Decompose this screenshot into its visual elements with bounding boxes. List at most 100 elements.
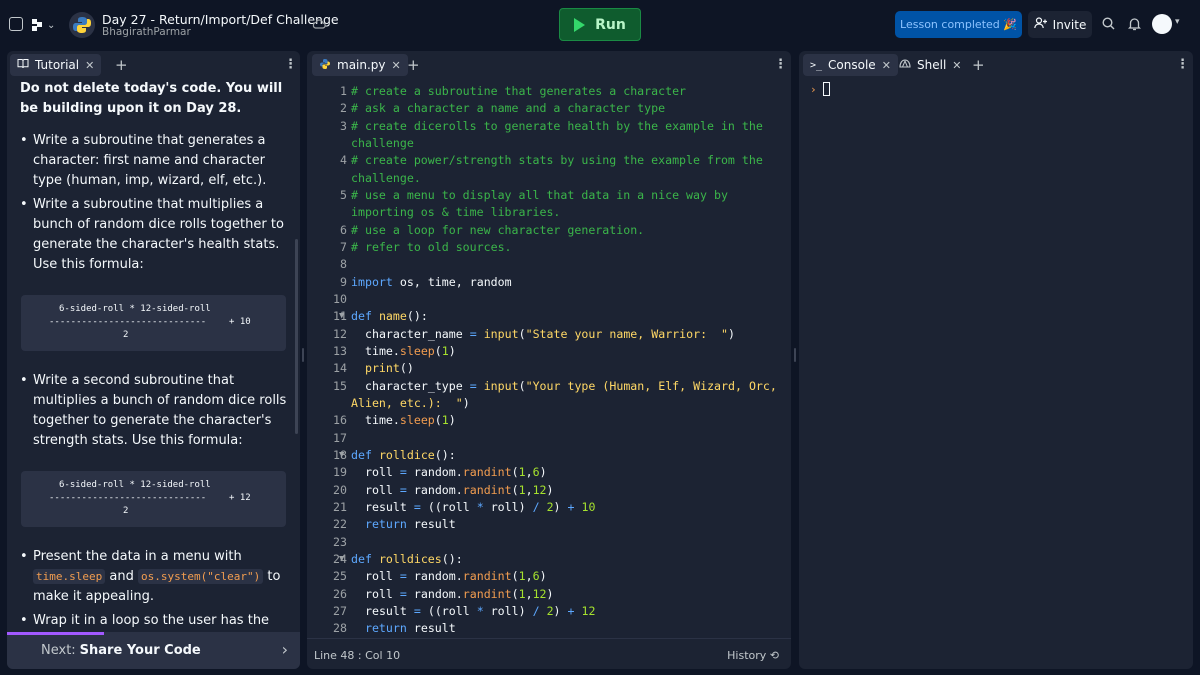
replit-menu[interactable]: ⌄ [32, 16, 56, 34]
add-tab-icon[interactable]: + [972, 56, 985, 74]
code-line[interactable]: # ask a character a name and a character… [351, 100, 781, 117]
cloud-sync-icon[interactable] [312, 18, 326, 30]
prompt-icon: › [810, 83, 817, 96]
close-icon[interactable]: ✕ [392, 59, 401, 72]
tab-shell[interactable]: Shell ✕ [892, 54, 969, 76]
console-pane: >_ Console ✕ Shell ✕ + ⋮ › [799, 51, 1193, 669]
add-tab-icon[interactable]: + [407, 56, 420, 74]
line-number: 14 [333, 361, 347, 376]
formula-numerator: 6-sided-roll * 12-sided-roll [59, 304, 211, 314]
search-icon[interactable] [1102, 17, 1115, 34]
line-number: 2 [340, 101, 347, 116]
more-options-icon[interactable]: ⋮ [774, 57, 787, 72]
line-number: 23 [333, 534, 347, 549]
code-line[interactable]: roll = random.randint(1,6) [351, 464, 781, 481]
shell-icon [899, 58, 911, 72]
line-number: 6 [340, 222, 347, 237]
code-line[interactable]: roll = random.randint(1,12) [351, 586, 781, 603]
line-number: 5 [340, 187, 347, 202]
line-number: 4 [340, 153, 347, 168]
close-icon[interactable]: ✕ [882, 59, 891, 72]
bullet-text: Present the data in a menu with [33, 549, 242, 564]
line-number: 27 [333, 603, 347, 618]
code-line[interactable]: result = ((roll * roll) / 2) + 12 [351, 603, 781, 620]
top-bar: ⌄ Day 27 - Return/Import/Def Challenge B… [0, 0, 1200, 50]
line-number: 15 [333, 378, 347, 393]
line-number: 12 [333, 326, 347, 341]
python-icon [69, 12, 95, 38]
console-input[interactable] [823, 82, 830, 96]
list-item: Write a second subroutine that multiplie… [20, 371, 288, 451]
python-file-icon [319, 58, 331, 73]
tab-console[interactable]: >_ Console ✕ [803, 54, 898, 76]
code-line[interactable]: character_type = input("Your type (Human… [351, 378, 781, 413]
next-lesson-label: Share Your Code [79, 643, 201, 658]
code-line[interactable]: return result [351, 516, 781, 533]
line-number: 20 [333, 482, 347, 497]
close-icon[interactable]: ✕ [952, 59, 961, 72]
code-line[interactable]: character_name = input("State your name,… [351, 326, 781, 343]
editor-tabbar: main.py ✕ + ⋮ [307, 51, 791, 78]
code-line[interactable]: roll = random.randint(1,6) [351, 568, 781, 585]
invite-button[interactable]: Invite [1028, 11, 1092, 38]
next-lesson-button[interactable]: Next: Share Your Code › [7, 632, 300, 669]
tab-console-label: Console [828, 58, 876, 72]
scrollbar[interactable] [295, 239, 298, 434]
history-button[interactable]: History ⟲ [727, 649, 779, 662]
book-icon [17, 58, 29, 72]
bell-icon[interactable] [1127, 17, 1142, 35]
chevron-down-icon[interactable]: ▾ [1175, 17, 1180, 27]
formula-denominator: 2 [123, 330, 129, 340]
inline-code: os.system("clear") [137, 569, 264, 584]
tab-main-py-label: main.py [337, 58, 386, 72]
code-line[interactable]: # refer to old sources. [351, 239, 781, 256]
code-line[interactable]: def rolldices(): [351, 551, 781, 568]
code-line[interactable]: roll = random.randint(1,12) [351, 482, 781, 499]
tutorial-tabbar: Tutorial ✕ + ⋮ [7, 51, 300, 78]
avatar[interactable] [1152, 14, 1172, 34]
fold-chevron-icon[interactable]: ▼ [339, 308, 344, 325]
code-line[interactable]: # use a loop for new character generatio… [351, 222, 781, 239]
code-line[interactable]: return result [351, 620, 781, 637]
instruction-list: Write a subroutine that generates a char… [20, 131, 288, 275]
line-number: 3 [340, 118, 347, 133]
line-number: 13 [333, 343, 347, 358]
code-line[interactable]: time.sleep(1) [351, 343, 781, 360]
code-line[interactable]: def name(): [351, 308, 781, 325]
fold-chevron-icon[interactable]: ▼ [339, 447, 344, 464]
formula-numerator: 6-sided-roll * 12-sided-roll [59, 480, 211, 490]
pane-resize-handle[interactable] [794, 348, 796, 362]
more-options-icon[interactable]: ⋮ [284, 57, 297, 72]
code-line[interactable]: print() [351, 360, 781, 377]
sidebar-toggle-icon[interactable] [9, 17, 23, 31]
line-number: 9 [340, 274, 347, 289]
code-line[interactable]: # use a menu to display all that data in… [351, 187, 781, 222]
more-options-icon[interactable]: ⋮ [1176, 57, 1189, 72]
run-button[interactable]: Run [559, 8, 641, 41]
line-number: 22 [333, 517, 347, 532]
code-editor[interactable]: 1 # create a subroutine that generates a … [307, 83, 791, 638]
code-line[interactable]: result = ((roll * roll) / 2) + 10 [351, 499, 781, 516]
inline-code: time.sleep [33, 569, 106, 584]
code-line[interactable]: import os, time, random [351, 274, 781, 291]
cursor-position[interactable]: Line 48 : Col 10 [314, 649, 400, 662]
repl-owner[interactable]: BhagirathParmar [102, 26, 191, 38]
code-line[interactable]: def rolldice(): [351, 447, 781, 464]
tab-tutorial[interactable]: Tutorial ✕ [10, 54, 102, 76]
lesson-completed-button[interactable]: Lesson completed 🎉 [895, 11, 1022, 38]
close-icon[interactable]: ✕ [85, 59, 94, 72]
code-line[interactable]: # create power/strength stats by using t… [351, 152, 781, 187]
repl-title[interactable]: Day 27 - Return/Import/Def Challenge [102, 12, 339, 27]
pane-resize-handle[interactable] [302, 348, 304, 362]
list-item: Write a subroutine that multiplies a bun… [20, 195, 288, 275]
code-line[interactable]: # create dicerolls to generate health by… [351, 118, 781, 153]
add-tab-icon[interactable]: + [115, 56, 128, 74]
code-line[interactable]: time.sleep(1) [351, 412, 781, 429]
line-number: 8 [340, 257, 347, 272]
tab-main-py[interactable]: main.py ✕ [312, 54, 408, 76]
code-line[interactable]: # create a subroutine that generates a c… [351, 83, 781, 100]
instruction-list: Write a second subroutine that multiplie… [20, 371, 288, 451]
history-icon: ⟲ [769, 649, 779, 662]
console-tabbar: >_ Console ✕ Shell ✕ + ⋮ [799, 51, 1193, 78]
fold-chevron-icon[interactable]: ▼ [339, 551, 344, 568]
